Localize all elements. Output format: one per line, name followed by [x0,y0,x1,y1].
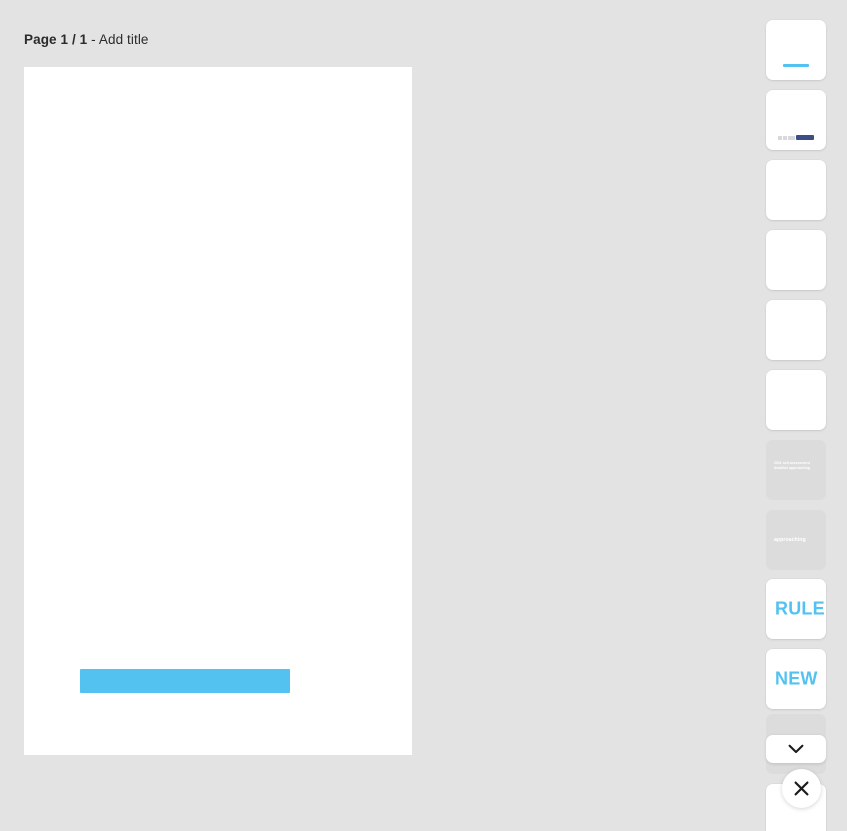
thumbnail-item[interactable] [766,370,826,430]
thumbnail-navy-chip [796,135,814,140]
thumbnail-preview: 2021 self-assessment deadline approachin… [766,440,826,500]
page-counter: Page 1 / 1 [24,32,88,47]
editor-canvas[interactable] [24,67,412,755]
page-header: Page 1 / 1 - Add title [24,31,149,49]
thumbnail-ghost-text [778,135,795,140]
page-title-placeholder[interactable]: Add title [99,32,149,47]
thumbnail-headline: NEW [775,668,818,689]
canvas-text-block[interactable] [80,669,290,693]
thumbnail-preview [766,300,826,360]
thumbnail-mini-row [778,135,814,140]
thumbnail-item[interactable] [766,300,826,360]
thumbnail-item[interactable] [766,90,826,150]
thumbnail-preview: approaching [766,510,826,570]
thumbnail-item[interactable] [766,20,826,80]
thumbnail-preview: RULE [766,579,826,639]
thumbnail-item[interactable]: RULE [766,579,826,639]
close-panel-button[interactable] [782,769,821,808]
thumbnail-preview [766,160,826,220]
thumbnail-caption: approaching [774,537,806,543]
thumbnail-preview: NEW [766,649,826,709]
thumbnail-headline: RULE [775,598,825,619]
scroll-more-button[interactable] [766,735,826,763]
thumbnail-accent-bar [783,64,809,67]
close-icon [793,780,810,797]
thumbnail-preview [766,90,826,150]
thumbnail-item[interactable] [766,230,826,290]
thumbnail-preview [766,230,826,290]
thumbnail-item[interactable] [766,160,826,220]
template-thumbnail-rail[interactable]: 2021 self-assessment deadline approachin… [756,0,847,831]
thumbnail-preview [766,370,826,430]
header-separator: - [87,32,99,47]
thumbnail-caption: 2021 self-assessment deadline approachin… [774,461,811,470]
thumbnail-item[interactable]: 2021 self-assessment deadline approachin… [766,440,826,500]
chevron-down-icon [788,744,804,754]
thumbnail-preview [766,20,826,80]
thumbnail-item[interactable]: approaching [766,510,826,570]
thumbnail-item[interactable]: NEW [766,649,826,709]
